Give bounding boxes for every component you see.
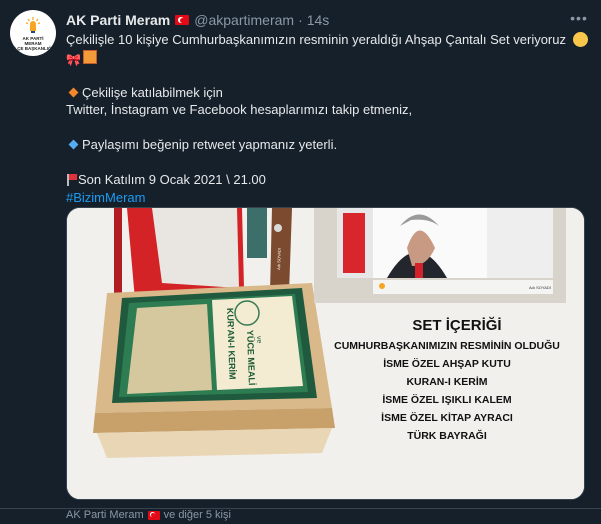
avatar-text-3: İLÇE BAŞKANLIĞI bbox=[13, 46, 53, 51]
retweet-by-name[interactable]: AK Parti Meram bbox=[66, 509, 144, 521]
tweet-card[interactable]: AK PARTİ MERAM İLÇE BAŞKANLIĞI AK Parti … bbox=[0, 0, 601, 509]
set-item-3: KURAN-I KERİM bbox=[406, 375, 487, 388]
tweet-line-3: Twitter, İnstagram ve Facebook hesapları… bbox=[66, 102, 413, 117]
separator-dot: · bbox=[298, 12, 303, 28]
set-item-1: CUMHURBAŞKANIMIZIN RESMİNİN OLDUĞU bbox=[334, 339, 560, 352]
ribbon-emoji-icon: 🎀 bbox=[66, 52, 81, 67]
tweet-header: AK Parti Meram @akpartimeram · 14s bbox=[66, 11, 329, 29]
user-handle[interactable]: @akpartimeram bbox=[194, 12, 294, 28]
retweet-others[interactable]: ve diğer 5 kişi bbox=[164, 509, 231, 521]
bookmark-text: Adı SOYADI bbox=[276, 248, 282, 270]
frame-caption: Adı SOYADI bbox=[529, 285, 551, 290]
blue-diamond-icon bbox=[68, 139, 79, 150]
set-item-2: İSME ÖZEL AHŞAP KUTU bbox=[383, 357, 511, 370]
tweet-text: Çekilişle 10 kişiye Cumhurbaşkanımızın r… bbox=[66, 31, 588, 206]
orange-diamond-icon bbox=[68, 87, 79, 97]
tweet-line-5: Son Katılım 9 Ocak 2021 \ 21.00 bbox=[78, 172, 266, 187]
tweet-media-image[interactable]: Adı SOYADI KUR'AN-I KERİM ve YÜCE MEALİ bbox=[66, 207, 585, 500]
avatar[interactable]: AK PARTİ MERAM İLÇE BAŞKANLIĞI bbox=[10, 10, 56, 56]
hashtag-link[interactable]: #BizimMeram bbox=[66, 190, 145, 205]
retweet-footer[interactable]: AK Parti Meram ve diğer 5 kişi bbox=[66, 509, 231, 521]
product-photo: Adı SOYADI KUR'AN-I KERİM ve YÜCE MEALİ bbox=[67, 208, 584, 499]
gift-emoji-icon bbox=[83, 49, 97, 64]
turkey-flag-icon bbox=[175, 15, 190, 25]
book-title-bottom: YÜCE MEALİ bbox=[245, 330, 257, 386]
tweet-time[interactable]: 14s bbox=[307, 12, 330, 28]
set-item-5: İSME ÖZEL KİTAP AYRACI bbox=[381, 411, 513, 424]
smile-emoji-icon bbox=[572, 32, 588, 47]
more-options-icon[interactable]: ••• bbox=[569, 8, 589, 28]
tweet-line-1: Çekilişle 10 kişiye Cumhurbaşkanımızın r… bbox=[66, 32, 566, 47]
set-title: SET İÇERİĞİ bbox=[412, 316, 501, 334]
tweet-line-2: Çekilişe katılabilmek için bbox=[82, 84, 223, 100]
ak-parti-lamp-icon bbox=[25, 17, 41, 33]
red-flag-icon bbox=[66, 174, 77, 186]
set-item-6: TÜRK BAYRAĞI bbox=[407, 429, 487, 442]
set-item-4: İSME ÖZEL IŞIKLI KALEM bbox=[382, 393, 512, 406]
turkey-flag-icon bbox=[147, 510, 160, 520]
display-name[interactable]: AK Parti Meram bbox=[66, 12, 170, 28]
tweet-line-4: Paylaşımı beğenip retweet yapmanız yeter… bbox=[82, 137, 338, 152]
